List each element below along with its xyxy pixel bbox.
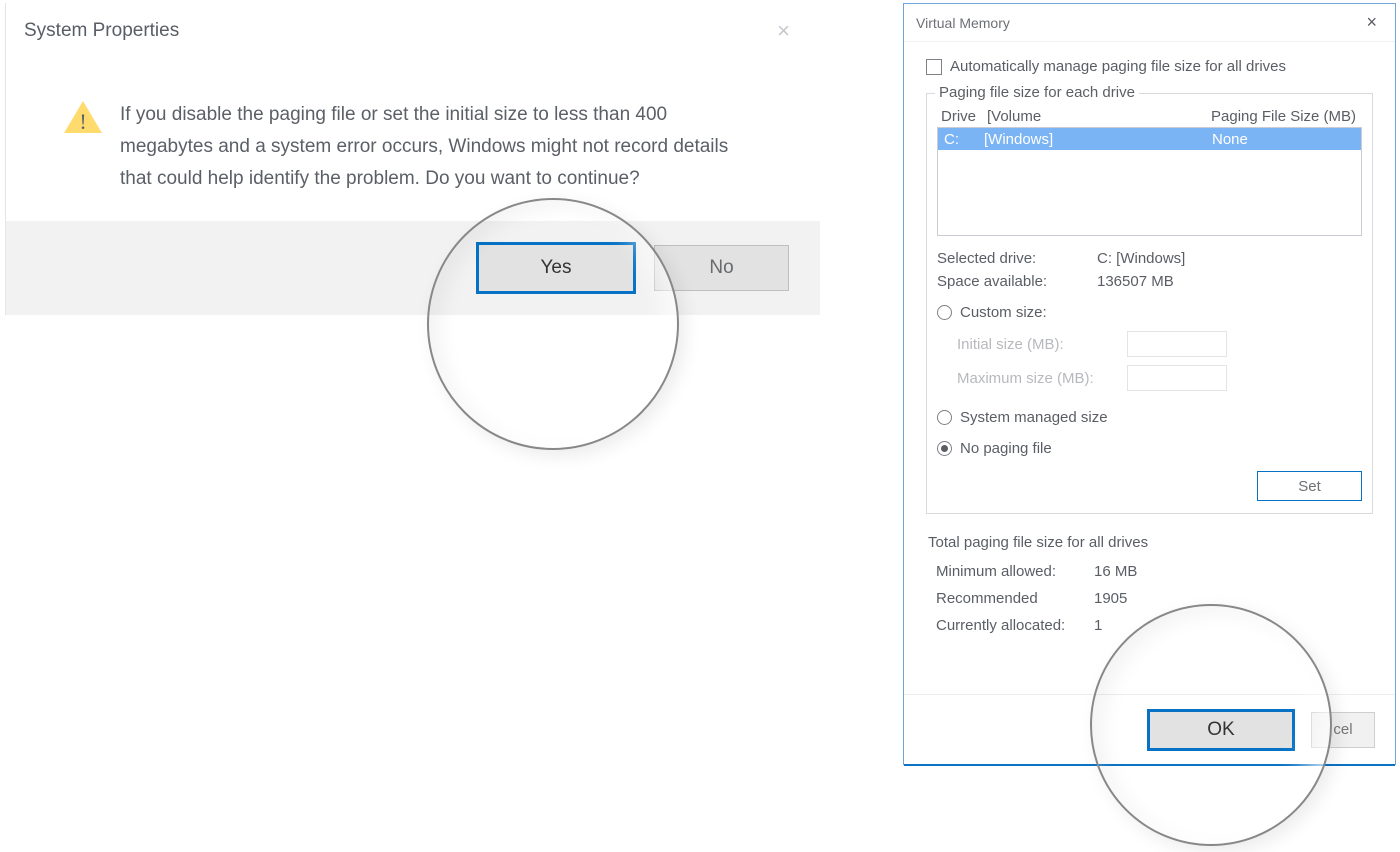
dialog-footer: OK cel <box>904 694 1395 764</box>
warning-message: If you disable the paging file or set th… <box>120 99 760 195</box>
drive-volume: [Windows] <box>984 131 1166 148</box>
drives-fieldset-label: Paging file size for each drive <box>935 84 1139 101</box>
no-paging-label: No paging file <box>960 440 1052 457</box>
system-managed-label: System managed size <box>960 409 1108 426</box>
virtual-memory-dialog: Virtual Memory × Automatically manage pa… <box>903 3 1396 765</box>
space-available-value: 136507 MB <box>1097 273 1174 290</box>
header-size: Paging File Size (MB) <box>1165 108 1358 125</box>
maximum-size-input[interactable] <box>1127 365 1227 391</box>
currently-allocated-label: Currently allocated: <box>936 617 1094 634</box>
recommended-label: Recommended <box>936 590 1094 607</box>
selected-drive-label: Selected drive: <box>937 250 1097 267</box>
totals-section: Total paging file size for all drives Mi… <box>926 534 1373 634</box>
dialog-content: Automatically manage paging file size fo… <box>904 42 1395 634</box>
space-available-row: Space available: 136507 MB <box>937 273 1362 290</box>
selected-drive-row: Selected drive: C: [Windows] <box>937 250 1362 267</box>
close-icon[interactable]: × <box>1360 10 1383 35</box>
auto-manage-label: Automatically manage paging file size fo… <box>950 58 1286 75</box>
radio-icon[interactable] <box>937 441 952 456</box>
min-allowed-label: Minimum allowed: <box>936 563 1094 580</box>
drive-list[interactable]: C: [Windows] None <box>937 127 1362 236</box>
drive-list-header: Drive [Volume Paging File Size (MB) <box>937 108 1362 127</box>
ok-button[interactable]: OK <box>1147 709 1295 751</box>
totals-title: Total paging file size for all drives <box>928 534 1371 551</box>
cancel-button[interactable]: cel <box>1311 712 1375 748</box>
custom-size-radio[interactable]: Custom size: <box>937 304 1362 321</box>
radio-icon[interactable] <box>937 305 952 320</box>
header-volume: [Volume <box>987 108 1165 125</box>
virtual-memory-titlebar: Virtual Memory × <box>904 4 1395 42</box>
yes-button[interactable]: Yes <box>476 242 636 294</box>
checkbox-icon[interactable] <box>926 59 942 75</box>
no-paging-radio[interactable]: No paging file <box>937 440 1362 457</box>
no-button[interactable]: No <box>654 245 789 291</box>
selected-drive-value: C: [Windows] <box>1097 250 1185 267</box>
auto-manage-checkbox-row[interactable]: Automatically manage paging file size fo… <box>926 58 1373 75</box>
min-allowed-value: 16 MB <box>1094 563 1137 580</box>
radio-icon[interactable] <box>937 410 952 425</box>
warning-icon: ! <box>62 99 104 135</box>
initial-size-input[interactable] <box>1127 331 1227 357</box>
accent-bar <box>904 764 1395 766</box>
set-button[interactable]: Set <box>1257 471 1362 501</box>
svg-text:!: ! <box>79 109 86 134</box>
dialog-body: ! If you disable the paging file or set … <box>6 59 820 221</box>
space-available-label: Space available: <box>937 273 1097 290</box>
dialog-title: Virtual Memory <box>916 15 1010 31</box>
dialog-title: System Properties <box>24 20 179 42</box>
drives-fieldset: Paging file size for each drive Drive [V… <box>926 93 1373 514</box>
dialog-buttons: Yes No <box>6 221 820 315</box>
maximum-size-label: Maximum size (MB): <box>957 370 1127 387</box>
custom-size-label: Custom size: <box>960 304 1047 321</box>
close-icon[interactable]: × <box>765 14 802 48</box>
currently-allocated-value: 1 <box>1094 617 1102 634</box>
system-properties-dialog: System Properties × ! If you disable the… <box>5 3 820 315</box>
recommended-value: 1905 <box>1094 590 1127 607</box>
system-properties-titlebar: System Properties × <box>6 3 820 59</box>
custom-size-inputs: Initial size (MB): Maximum size (MB): <box>957 327 1362 395</box>
drive-row[interactable]: C: [Windows] None <box>938 128 1361 150</box>
header-drive: Drive <box>941 108 987 125</box>
drive-size: None <box>1166 131 1355 148</box>
system-managed-radio[interactable]: System managed size <box>937 409 1362 426</box>
drive-letter: C: <box>944 131 984 148</box>
initial-size-label: Initial size (MB): <box>957 336 1127 353</box>
